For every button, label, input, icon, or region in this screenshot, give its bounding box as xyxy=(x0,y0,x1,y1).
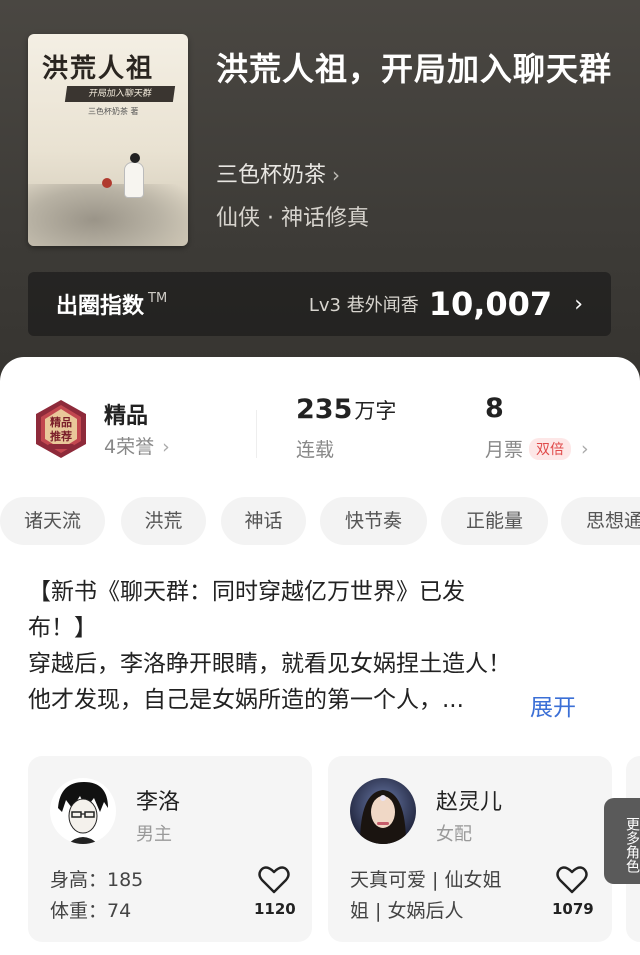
character-attribute: 身高：185 xyxy=(50,869,144,891)
word-count: 235 万字 xyxy=(296,394,396,425)
cover-mountain-art xyxy=(28,184,188,246)
tag-item[interactable]: 思想通 xyxy=(561,497,640,545)
like-button[interactable]: 1079 xyxy=(552,866,594,918)
intro-line: 他才发现，自己是女娲所造的第一个人，... xyxy=(28,687,464,713)
word-count-unit: 万字 xyxy=(354,399,397,423)
chevron-right-icon: › xyxy=(581,437,589,460)
tag-item[interactable]: 诸天流 xyxy=(0,497,105,545)
expand-link[interactable]: 展开 xyxy=(528,688,576,722)
circle-index-level: Lv3 巷外闻香 xyxy=(308,295,419,316)
character-role: 女配 xyxy=(436,824,472,845)
circle-index-bar[interactable]: 出圈指数 TM Lv3 巷外闻香 10,007 › xyxy=(28,272,611,336)
serial-status: 连载 xyxy=(296,439,335,461)
honor-link[interactable]: 4荣誉 › xyxy=(104,432,170,459)
character-card[interactable]: 赵灵儿 女配 天真可爱 | 仙女姐 姐 | 女娲后人 1079 xyxy=(328,756,612,942)
book-intro[interactable]: 【新书《聊天群：同时穿越亿万世界》已发 布！】 穿越后，李洛睁开眼睛，就看见女娲… xyxy=(28,574,612,718)
double-badge: 双倍 xyxy=(529,437,572,460)
cover-title: 洪荒人祖 xyxy=(42,54,155,84)
monthly-ticket-link[interactable]: 月票 双倍 › xyxy=(485,435,589,462)
character-attribute: 天真可爱 | 仙女姐 xyxy=(350,869,502,891)
tag-item[interactable]: 洪荒 xyxy=(121,497,206,545)
like-count: 1120 xyxy=(254,900,296,918)
monthly-ticket-label: 月票 xyxy=(485,439,524,461)
like-button[interactable]: 1120 xyxy=(254,866,296,918)
heart-icon xyxy=(556,866,588,894)
intro-line: 布！】 xyxy=(28,615,97,641)
character-role: 男主 xyxy=(136,824,172,845)
tag-item[interactable]: 正能量 xyxy=(441,497,548,545)
quality-badge-icon: 精品 推荐 xyxy=(36,400,86,458)
chevron-right-icon: › xyxy=(574,291,583,317)
avatar xyxy=(350,778,416,844)
chevron-right-icon: › xyxy=(332,163,341,187)
avatar xyxy=(50,778,116,844)
tag-item[interactable]: 神话 xyxy=(221,497,306,545)
character-name: 李洛 xyxy=(136,790,181,815)
tag-item[interactable]: 快节奏 xyxy=(320,497,427,545)
intro-line: 穿越后，李洛睁开眼睛，就看见女娲捏土造人！ xyxy=(28,651,511,677)
trademark-mark: TM xyxy=(148,290,168,306)
character-name: 赵灵儿 xyxy=(436,790,503,815)
honor-count: 4荣誉 xyxy=(104,436,155,458)
monthly-ticket-count: 8 xyxy=(485,393,504,424)
book-cover[interactable]: 洪荒人祖 开局加入聊天群 三色杯奶茶 著 xyxy=(28,34,188,246)
quality-title: 精品 xyxy=(104,404,149,429)
cover-author: 三色杯奶茶 著 xyxy=(88,107,139,116)
cover-figure xyxy=(124,153,144,198)
word-count-number: 235 xyxy=(296,394,353,425)
like-count: 1079 xyxy=(552,900,594,918)
character-attribute: 体重：74 xyxy=(50,900,132,922)
intro-line: 【新书《聊天群：同时穿越亿万世界》已发 xyxy=(28,579,465,605)
svg-text:精品: 精品 xyxy=(50,415,72,429)
character-attribute: 姐 | 女娲后人 xyxy=(350,900,464,922)
more-roles-button[interactable]: 更多角色 xyxy=(604,798,640,884)
cover-subtitle: 开局加入聊天群 xyxy=(64,86,176,102)
stat-divider xyxy=(256,410,257,458)
book-author-link[interactable]: 三色杯奶茶 › xyxy=(216,157,340,189)
heart-icon xyxy=(258,866,290,894)
cover-decoration xyxy=(102,178,112,188)
character-card[interactable]: 李洛 男主 身高：185 体重：74 1120 xyxy=(28,756,312,942)
chevron-right-icon: › xyxy=(162,436,170,458)
circle-index-label: 出圈指数 xyxy=(56,294,145,319)
book-title: 洪荒人祖，开局加入聊天群 xyxy=(216,50,613,88)
book-genre: 仙侠 · 神话修真 xyxy=(216,206,369,231)
svg-text:推荐: 推荐 xyxy=(50,429,72,443)
circle-index-value: 10,007 xyxy=(428,285,553,323)
author-name: 三色杯奶茶 xyxy=(216,163,327,188)
tag-list: 诸天流 洪荒 神话 快节奏 正能量 思想通 xyxy=(0,497,640,547)
